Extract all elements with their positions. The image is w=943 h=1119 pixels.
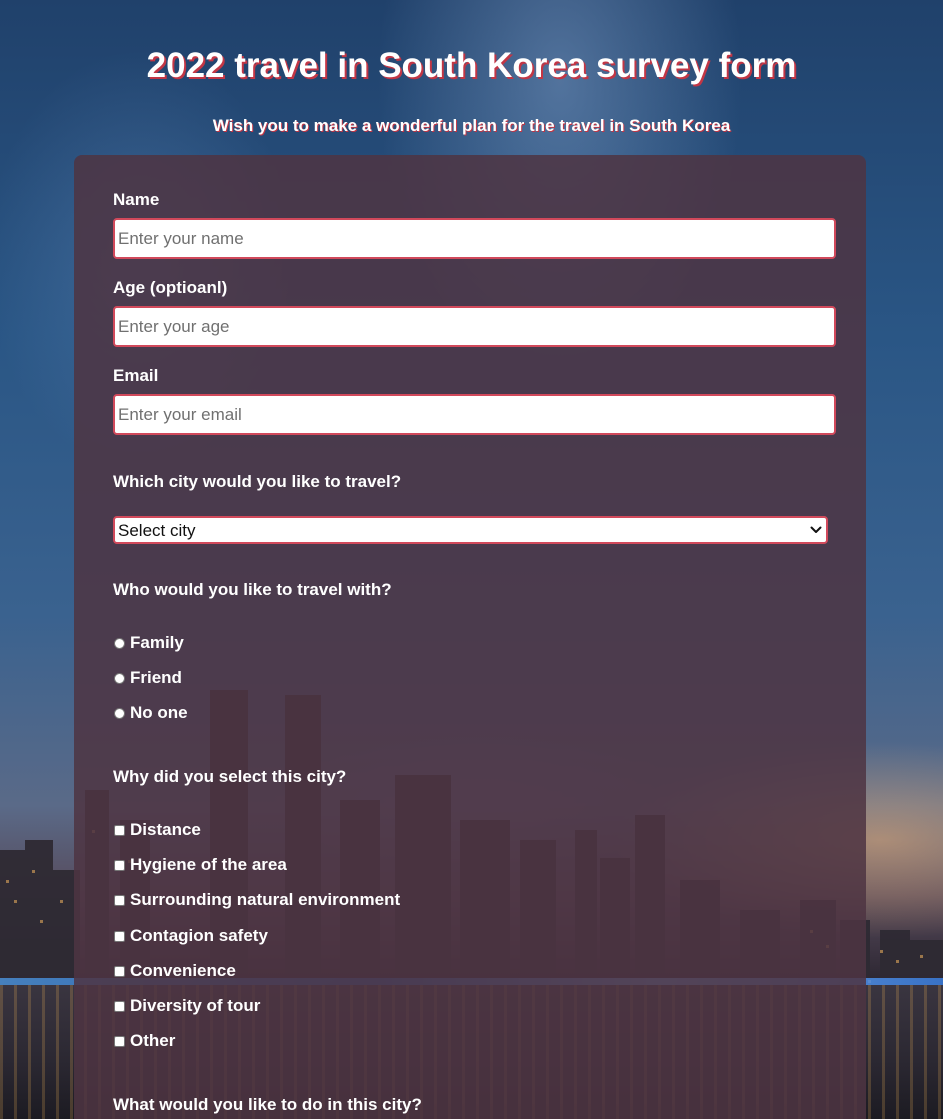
companion-option-no-one[interactable]: No one	[113, 701, 188, 725]
email-label: Email	[113, 366, 159, 385]
name-label: Name	[113, 190, 160, 209]
reasons-question: Why did you select this city?	[113, 767, 347, 786]
radio-button[interactable]	[114, 637, 125, 649]
radio-button[interactable]	[114, 672, 125, 684]
survey-form: Name Age (optioanl) Email Which city wou…	[74, 155, 866, 1119]
activities-question: What would you like to do in this city?	[113, 1095, 422, 1114]
reason-option-contagion-safety[interactable]: Contagion safety	[113, 924, 268, 948]
reason-option-distance[interactable]: Distance	[113, 818, 201, 842]
city-question: Which city would you like to travel?	[113, 472, 402, 491]
reason-option-diversity-of-tour[interactable]: Diversity of tour	[113, 994, 260, 1018]
reason-option-label: Contagion safety	[130, 926, 268, 945]
checkbox[interactable]	[114, 859, 125, 871]
companion-option-label: Friend	[130, 668, 182, 687]
chevron-down-icon	[810, 526, 822, 533]
companion-option-family[interactable]: Family	[113, 631, 184, 655]
companion-option-label: No one	[130, 703, 188, 722]
age-label: Age (optioanl)	[113, 278, 228, 297]
reason-option-convenience[interactable]: Convenience	[113, 959, 236, 983]
reason-option-natural-environment[interactable]: Surrounding natural environment	[113, 888, 400, 912]
radio-button[interactable]	[114, 707, 125, 719]
city-select[interactable]: Select city	[113, 516, 828, 544]
reason-option-hygiene[interactable]: Hygiene of the area	[113, 853, 287, 877]
page-title: 2022 travel in South Korea survey form	[146, 46, 797, 85]
checkbox[interactable]	[114, 965, 125, 977]
reason-option-label: Hygiene of the area	[130, 855, 287, 874]
companion-question: Who would you like to travel with?	[113, 580, 392, 599]
reason-option-label: Distance	[130, 820, 201, 839]
reason-option-label: Other	[130, 1031, 176, 1050]
reason-option-label: Surrounding natural environment	[130, 890, 401, 909]
checkbox[interactable]	[114, 1000, 125, 1012]
checkbox[interactable]	[114, 930, 125, 942]
page-subtitle: Wish you to make a wonderful plan for th…	[212, 116, 731, 135]
age-input[interactable]	[113, 306, 836, 347]
checkbox[interactable]	[114, 824, 125, 836]
reason-option-label: Convenience	[130, 961, 236, 980]
email-input[interactable]	[113, 394, 836, 435]
companion-option-friend[interactable]: Friend	[113, 666, 182, 690]
checkbox[interactable]	[114, 1035, 125, 1047]
city-select-value: Select city	[118, 521, 196, 540]
name-input[interactable]	[113, 218, 836, 259]
companion-option-label: Family	[130, 633, 184, 652]
reason-option-label: Diversity of tour	[130, 996, 261, 1015]
checkbox[interactable]	[114, 894, 125, 906]
reason-option-other[interactable]: Other	[113, 1029, 175, 1053]
